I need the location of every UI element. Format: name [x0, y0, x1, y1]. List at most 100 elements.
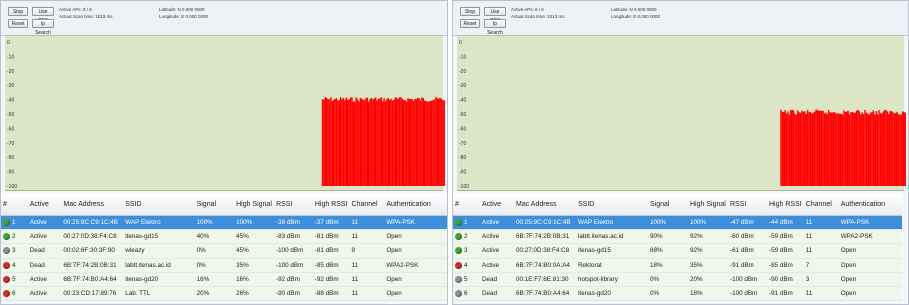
- column-header-mac-address[interactable]: Mac Address: [514, 193, 576, 216]
- y-tick-label: -20: [459, 69, 466, 75]
- ssid: wleazy: [123, 243, 195, 259]
- y-tick-label: -100: [459, 184, 469, 190]
- column-header-active[interactable]: Active: [480, 193, 514, 216]
- signal-bar: [384, 101, 387, 186]
- channel: 11: [349, 215, 385, 231]
- rssi: -47 dBm: [728, 215, 767, 231]
- signal-bar: [812, 112, 814, 186]
- high-rssi: -44 dBm: [767, 215, 804, 231]
- column-header-authentication[interactable]: Authentication: [384, 193, 447, 216]
- high-rssi: -88 dBm: [312, 286, 350, 302]
- signal-bar: [435, 96, 437, 186]
- row-number: 6: [1, 286, 28, 302]
- signal-bar: [784, 109, 786, 186]
- column-header-signal[interactable]: Signal: [194, 193, 235, 216]
- signal-bar: [327, 98, 329, 186]
- signal-chart-svg: 0 -10 -20 -30 -40 -50 -60 -70 -80 -90 -100: [459, 40, 906, 190]
- signal-bar: [832, 112, 834, 186]
- signal-bar: [804, 111, 806, 186]
- column-header-high-signal[interactable]: High Signal: [688, 193, 728, 216]
- signal-bar: [398, 97, 401, 186]
- row-number-label: 4: [12, 261, 16, 269]
- signal-bar: [886, 111, 889, 186]
- table-row[interactable]: 2 Active 6B:7F:74:2B:0B:31 labtt.itenas.ac.…: [453, 229, 902, 245]
- signal-bar: [425, 101, 427, 186]
- column-header-rssi[interactable]: RSSI: [728, 193, 767, 216]
- channel: 3: [803, 272, 839, 287]
- column-header-channel[interactable]: Channel: [349, 193, 385, 216]
- column-header-number[interactable]: #: [453, 193, 480, 216]
- table-row[interactable]: 6 Active 00:23:CD:17:89:76 Lab. TTL 20% 26% -9…: [1, 286, 447, 302]
- signal-bar: [375, 97, 377, 186]
- status-grey-icon: [3, 247, 10, 255]
- active-status: Dead: [27, 258, 62, 273]
- reset-button[interactable]: Reset: [8, 19, 28, 28]
- column-header-high-signal[interactable]: High Signal: [234, 193, 275, 216]
- signal-bar: [372, 99, 374, 186]
- table-row[interactable]: 5 Dead 00:1E:F7:6E:81:30 hotspot-library 0% 2…: [453, 272, 902, 287]
- ip-search-button[interactable]: Ip Search: [32, 19, 54, 36]
- status-red-icon: [3, 261, 10, 269]
- signal-bar: [404, 100, 406, 186]
- signal-bar: [811, 113, 813, 186]
- column-header-signal[interactable]: Signal: [648, 193, 688, 216]
- authentication: Open: [384, 272, 447, 287]
- status-red-icon: [3, 289, 10, 297]
- ip-search-button[interactable]: Ip Search: [484, 19, 506, 36]
- status-grey-icon: [455, 275, 462, 283]
- ssid: Lab. TTL: [123, 286, 195, 302]
- signal-bar: [780, 109, 782, 186]
- signal-bar: [893, 113, 896, 186]
- signal-bar: [337, 100, 339, 186]
- signal-bar: [324, 97, 326, 186]
- signal-bar: [341, 99, 343, 186]
- mac-address: 6B:7F:74:2B:0B:31: [514, 229, 576, 245]
- signal-bar: [829, 112, 831, 186]
- status-green-icon: [455, 233, 462, 241]
- column-header-number[interactable]: #: [1, 193, 28, 216]
- mac-address: 00:02:6F:30:3F:90: [61, 243, 124, 259]
- stop-button[interactable]: Stop: [460, 7, 480, 16]
- signal-bar: [822, 110, 824, 186]
- table-row[interactable]: 4 Active 6B:7F:74:B0:0A:A4 Rektorat 18% 35% -9…: [453, 258, 902, 273]
- signal-bar: [853, 112, 855, 186]
- rssi: -60 dBm: [728, 229, 767, 245]
- column-header-high-rssi[interactable]: High RSSI: [767, 193, 804, 216]
- table-row[interactable]: 5 Active 6B:7F:74:B0:A4:64 itenas-gd20 16% 16…: [1, 272, 447, 287]
- table-row[interactable]: 1 Active 00:25:9C:C9:1C:4B WAP Elektro 100% 1…: [1, 215, 447, 231]
- column-header-active[interactable]: Active: [27, 193, 62, 216]
- table-row[interactable]: 3 Dead 00:02:6F:30:3F:90 wleazy 0% 45% -100 dB…: [1, 243, 447, 259]
- table-row[interactable]: 1 Active 00:25:9C:C9:1C:4B WAP Elektro 100% 1…: [453, 215, 902, 231]
- row-number: 1: [1, 215, 28, 231]
- y-tick-label: -20: [7, 69, 14, 75]
- signal-bar: [819, 110, 821, 186]
- ssid: WAP Elektro: [576, 215, 648, 231]
- column-header-ssid[interactable]: SSID: [123, 193, 195, 216]
- reset-button[interactable]: Reset: [460, 19, 480, 28]
- signal-bar: [841, 114, 844, 186]
- column-header-high-rssi[interactable]: High RSSI: [312, 193, 350, 216]
- column-header-ssid[interactable]: SSID: [576, 193, 648, 216]
- signal-series: [321, 96, 445, 186]
- signal-bar: [373, 98, 375, 186]
- column-header-authentication[interactable]: Authentication: [838, 193, 902, 216]
- column-header-mac-address[interactable]: Mac Address: [61, 193, 124, 216]
- signal-bar: [876, 114, 879, 186]
- signal-bar: [379, 98, 381, 186]
- table-row[interactable]: 4 Dead 6B:7F:74:2B:0B:31 labtt.itenas.ac.id…: [1, 258, 447, 273]
- table-row[interactable]: 2 Active 00:27:0D:38:F4:C8 itenas-gd15 40% 45…: [1, 229, 447, 245]
- column-header-rssi[interactable]: RSSI: [274, 193, 313, 216]
- signal-bar: [833, 111, 835, 186]
- table-row[interactable]: 6 Dead 6B:7F:74:B0:A4:64 itenas-gd20 0% 18% -1…: [453, 286, 902, 302]
- longitude-label: Longitude: E 0.000 0000: [611, 14, 661, 19]
- row-number: 2: [453, 229, 480, 245]
- signal-bar: [407, 98, 409, 186]
- use-gps-button[interactable]: Use GPS: [32, 7, 54, 24]
- table-row[interactable]: 3 Active 00:27:0D:38:F4:C8 itenas-gd15 88% 92…: [453, 243, 902, 259]
- signal-bar: [333, 99, 335, 186]
- use-gps-button[interactable]: Use GPS: [484, 7, 506, 24]
- column-header-channel[interactable]: Channel: [803, 193, 839, 216]
- signal: 0%: [194, 258, 235, 273]
- stop-button[interactable]: Stop: [8, 7, 28, 16]
- signal-bar: [424, 100, 426, 186]
